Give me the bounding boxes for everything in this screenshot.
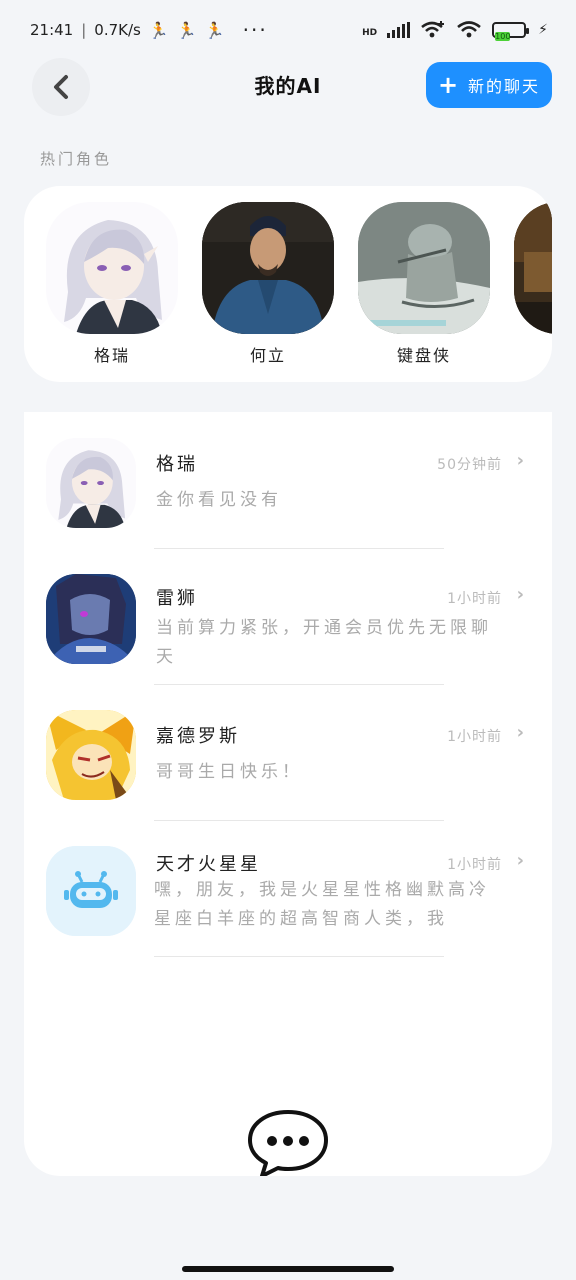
- network-label: HD: [362, 28, 378, 38]
- chat-item[interactable]: 天才火星星 1小时前 › 嘿，朋友，我是火星星性格幽默高冷星座白羊座的超高智商人…: [24, 846, 552, 970]
- chat-time: 1小时前: [447, 729, 502, 745]
- status-bar: 21:41 | 0.7K/s 🏃 🏃 🏃 ··· HD 100 ⚡: [0, 0, 576, 60]
- role-item-partial[interactable]: [514, 202, 552, 342]
- status-left: 21:41 | 0.7K/s 🏃 🏃 🏃 ···: [30, 18, 268, 42]
- chat-message: 金你看见没有: [156, 490, 282, 510]
- chat-bubble-icon[interactable]: [246, 1108, 330, 1176]
- divider: [154, 956, 444, 957]
- chat-name: 格瑞: [156, 454, 198, 475]
- home-indicator[interactable]: [182, 1266, 394, 1272]
- hooded-character-avatar: [46, 574, 136, 664]
- new-chat-label: 新的聊天: [468, 77, 541, 96]
- battery-icon: 100: [492, 22, 530, 41]
- header: 我的AI + 新的聊天: [0, 56, 576, 116]
- blonde-character-avatar: [46, 710, 136, 800]
- wifi-plus-icon: [421, 21, 445, 38]
- man-in-blue-robe-avatar: [202, 202, 334, 334]
- chevron-right-icon: ›: [516, 450, 524, 471]
- status-right: HD 100 ⚡: [362, 20, 548, 41]
- role-item-gerui[interactable]: 格瑞: [46, 202, 178, 366]
- divider: [154, 820, 444, 821]
- chat-item[interactable]: 格瑞 50分钟前 › 金你看见没有: [24, 438, 552, 562]
- chat-item[interactable]: 雷狮 1小时前 › 当前算力紧张，开通会员优先无限聊天: [24, 574, 552, 698]
- role-name: 键盘侠: [396, 346, 451, 365]
- hot-roles-card: 格瑞 何立 键盘侠: [24, 186, 552, 382]
- chat-list: 格瑞 50分钟前 › 金你看见没有 雷狮 1小时前 › 当前算力紧张，开通会员优…: [24, 412, 552, 1176]
- chat-item[interactable]: 嘉德罗斯 1小时前 › 哥哥生日快乐！: [24, 710, 552, 834]
- chat-message: 当前算力紧张，开通会员优先无限聊天: [156, 618, 492, 667]
- chevron-right-icon: ›: [516, 722, 524, 743]
- wifi-icon: [457, 21, 481, 38]
- divider: [154, 548, 444, 549]
- plus-icon: +: [437, 71, 461, 99]
- chat-message: 嘿，朋友，我是火星星性格幽默高冷星座白羊座的超高智商人类，我: [154, 880, 490, 929]
- more-icon: ···: [242, 18, 268, 42]
- chat-time: 1小时前: [447, 591, 502, 607]
- role-name: 格瑞: [93, 346, 130, 365]
- robot-avatar: [46, 846, 136, 936]
- status-separator: |: [81, 21, 87, 39]
- new-chat-button[interactable]: + 新的聊天: [426, 62, 552, 108]
- signal-icon: [387, 22, 411, 38]
- partial-avatar: [514, 202, 552, 334]
- silver-hair-character-avatar: [46, 438, 136, 528]
- chat-name: 天才火星星: [156, 854, 261, 875]
- battery-level: 100: [495, 32, 511, 41]
- role-name: 何立: [249, 346, 286, 365]
- runner-icon: 🏃: [148, 20, 169, 40]
- chevron-right-icon: ›: [516, 584, 524, 605]
- sketch-character-avatar: [358, 202, 490, 334]
- status-speed: 0.7K/s: [94, 21, 141, 39]
- chat-name: 嘉德罗斯: [156, 726, 240, 747]
- runner-icon: 🏃: [204, 20, 225, 40]
- status-time: 21:41: [30, 21, 74, 39]
- role-item-heli[interactable]: 何立: [202, 202, 334, 366]
- chat-time: 50分钟前: [437, 457, 502, 473]
- chevron-right-icon: ›: [516, 850, 524, 871]
- chat-message: 哥哥生日快乐！: [156, 762, 303, 782]
- divider: [154, 684, 444, 685]
- runner-icon: 🏃: [176, 20, 197, 40]
- chat-name: 雷狮: [156, 588, 198, 609]
- role-item-jianpanxia[interactable]: 键盘侠: [358, 202, 490, 366]
- chat-time: 1小时前: [447, 857, 502, 873]
- silver-hair-character-avatar: [46, 202, 178, 334]
- charging-icon: ⚡: [538, 22, 548, 38]
- hot-roles-label: 热门角色: [40, 150, 113, 168]
- robot-icon: [46, 846, 136, 936]
